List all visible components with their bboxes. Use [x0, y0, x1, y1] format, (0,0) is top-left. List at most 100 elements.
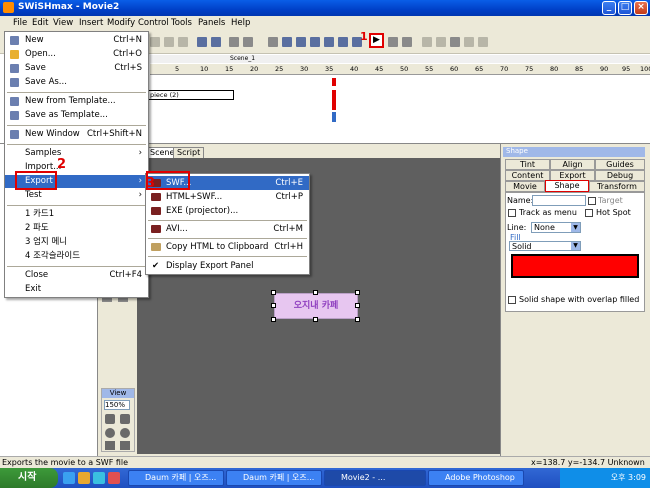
- menu-edit[interactable]: Edit: [29, 17, 51, 29]
- menu-modify[interactable]: Modify: [104, 17, 138, 29]
- selection-handle[interactable]: [355, 290, 360, 295]
- menu-item-recent-2[interactable]: 2 파도: [5, 222, 148, 235]
- menu-separator: [7, 205, 146, 206]
- selection-handle[interactable]: [355, 317, 360, 322]
- chevron-down-icon[interactable]: ▼: [571, 242, 580, 250]
- menu-item-recent-1[interactable]: 1 카드1: [5, 208, 148, 221]
- fill-color-swatch[interactable]: [511, 254, 639, 278]
- solid-overlap-checkbox[interactable]: [508, 296, 516, 304]
- menu-item-save[interactable]: Save Ctrl+S: [5, 62, 148, 75]
- rewind-icon[interactable]: [422, 37, 432, 47]
- menu-item-save-as[interactable]: Save As...: [5, 76, 148, 89]
- cut-icon[interactable]: [243, 37, 253, 47]
- stop-icon[interactable]: [402, 37, 412, 47]
- menu-tools[interactable]: Tools: [168, 17, 195, 29]
- close-button[interactable]: ×: [634, 1, 648, 15]
- menu-view[interactable]: View: [50, 17, 76, 29]
- insert-text-icon[interactable]: [268, 37, 278, 47]
- timeline-layer-row[interactable]: piece (2): [148, 90, 234, 100]
- menu-item-save-as-template[interactable]: Save as Template...: [5, 109, 148, 122]
- menu-file[interactable]: File: [10, 17, 30, 29]
- quicklaunch-desktop-icon[interactable]: [93, 472, 105, 484]
- tab-tint[interactable]: Tint: [505, 159, 550, 170]
- track-as-menu-checkbox[interactable]: [508, 209, 516, 217]
- quicklaunch-media-icon[interactable]: [108, 472, 120, 484]
- title-bar: SWiSHmax - Movie2 _ □ ×: [0, 0, 650, 16]
- insert-sprite-icon[interactable]: [296, 37, 306, 47]
- move-up-icon[interactable]: [164, 37, 174, 47]
- selection-handle[interactable]: [271, 317, 276, 322]
- menu-help[interactable]: Help: [228, 17, 253, 29]
- fast-forward-icon[interactable]: [478, 37, 488, 47]
- chevron-down-icon[interactable]: ▼: [571, 223, 580, 232]
- quicklaunch-ie-icon[interactable]: [63, 472, 75, 484]
- zoom-select[interactable]: 150%: [104, 400, 130, 410]
- tab-align[interactable]: Align: [550, 159, 595, 170]
- step-back-icon[interactable]: [436, 37, 446, 47]
- task-daum-cafe-2[interactable]: Daum 카페 | 오즈...: [226, 470, 322, 486]
- insert-image-icon[interactable]: [282, 37, 292, 47]
- selection-handle[interactable]: [271, 290, 276, 295]
- tab-transform[interactable]: Transform: [589, 181, 645, 192]
- menu-item-new-window[interactable]: New Window Ctrl+Shift+N: [5, 128, 148, 141]
- tab-content[interactable]: Content: [505, 170, 550, 181]
- tab-script[interactable]: Script: [173, 147, 205, 158]
- rotate-view-icon[interactable]: [120, 441, 130, 450]
- play-movie-button[interactable]: ▶: [369, 33, 384, 48]
- help-icon[interactable]: [229, 37, 239, 47]
- menu-item-export-avi[interactable]: AVI... Ctrl+M: [146, 222, 309, 236]
- tab-movie[interactable]: Movie: [505, 181, 545, 192]
- start-button[interactable]: 시작: [0, 468, 58, 488]
- hot-spot-checkbox[interactable]: [585, 209, 593, 217]
- menu-panels[interactable]: Panels: [195, 17, 228, 29]
- task-swishmax[interactable]: Movie2 - ...: [324, 470, 426, 486]
- menu-item-export-exe[interactable]: EXE (projector)...: [146, 204, 309, 218]
- marker-icon[interactable]: [450, 37, 460, 47]
- tab-debug[interactable]: Debug: [595, 170, 645, 181]
- insert-group-icon[interactable]: [324, 37, 334, 47]
- undo-icon[interactable]: [197, 37, 207, 47]
- menu-item-close[interactable]: Close Ctrl+F4: [5, 269, 148, 282]
- tab-guides[interactable]: Guides: [595, 159, 645, 170]
- menu-item-copy-html[interactable]: Copy HTML to Clipboard Ctrl+H: [146, 240, 309, 254]
- quicklaunch-folder-icon[interactable]: [78, 472, 90, 484]
- hand-tool-icon[interactable]: [105, 441, 115, 450]
- timeline-ruler[interactable]: 5 10 15 20 25 30 35 40 45 50 55 60 65 70…: [150, 64, 650, 75]
- redo-icon[interactable]: [211, 37, 221, 47]
- zoom-area-icon[interactable]: [120, 414, 130, 424]
- task-daum-cafe-1[interactable]: Daum 카페 | 오즈...: [128, 470, 224, 486]
- zoom-out-icon[interactable]: [120, 428, 130, 438]
- menu-item-samples[interactable]: Samples ›: [5, 147, 148, 160]
- menu-item-new[interactable]: New Ctrl+N: [5, 34, 148, 47]
- insert-button-icon[interactable]: [310, 37, 320, 47]
- menu-separator: [148, 220, 307, 221]
- menu-item-new-from-template[interactable]: New from Template...: [5, 95, 148, 108]
- menu-item-open[interactable]: Open... Ctrl+O: [5, 48, 148, 61]
- menu-item-recent-4[interactable]: 4 조각슬라이드: [5, 250, 148, 263]
- task-photoshop[interactable]: Adobe Photoshop: [428, 470, 524, 486]
- menu-item-test[interactable]: Test ›: [5, 189, 148, 202]
- menu-item-recent-3[interactable]: 3 엄지 메니: [5, 236, 148, 249]
- selection-handle[interactable]: [313, 317, 318, 322]
- menu-item-export-html-swf[interactable]: HTML+SWF... Ctrl+P: [146, 190, 309, 204]
- canvas-text-object[interactable]: 오지내 카페: [274, 293, 358, 319]
- play-frame-icon[interactable]: [388, 37, 398, 47]
- zoom-fit-icon[interactable]: [105, 414, 115, 424]
- menu-item-exit[interactable]: Exit: [5, 283, 148, 296]
- menu-control[interactable]: Control: [135, 17, 172, 29]
- menu-insert[interactable]: Insert: [76, 17, 106, 29]
- selection-handle[interactable]: [313, 290, 318, 295]
- maximize-button[interactable]: □: [618, 1, 632, 15]
- step-forward-icon[interactable]: [464, 37, 474, 47]
- target-checkbox[interactable]: [588, 197, 596, 205]
- insert-sound-icon[interactable]: [338, 37, 348, 47]
- zoom-in-icon[interactable]: [105, 428, 115, 438]
- minimize-button[interactable]: _: [602, 1, 616, 15]
- move-down-icon[interactable]: [178, 37, 188, 47]
- tab-shape[interactable]: Shape: [545, 180, 589, 192]
- menu-item-display-export-panel[interactable]: ✔ Display Export Panel: [146, 259, 309, 273]
- selection-handle[interactable]: [355, 303, 360, 308]
- name-input[interactable]: [532, 195, 586, 206]
- indent-icon[interactable]: [150, 37, 160, 47]
- selection-handle[interactable]: [271, 303, 276, 308]
